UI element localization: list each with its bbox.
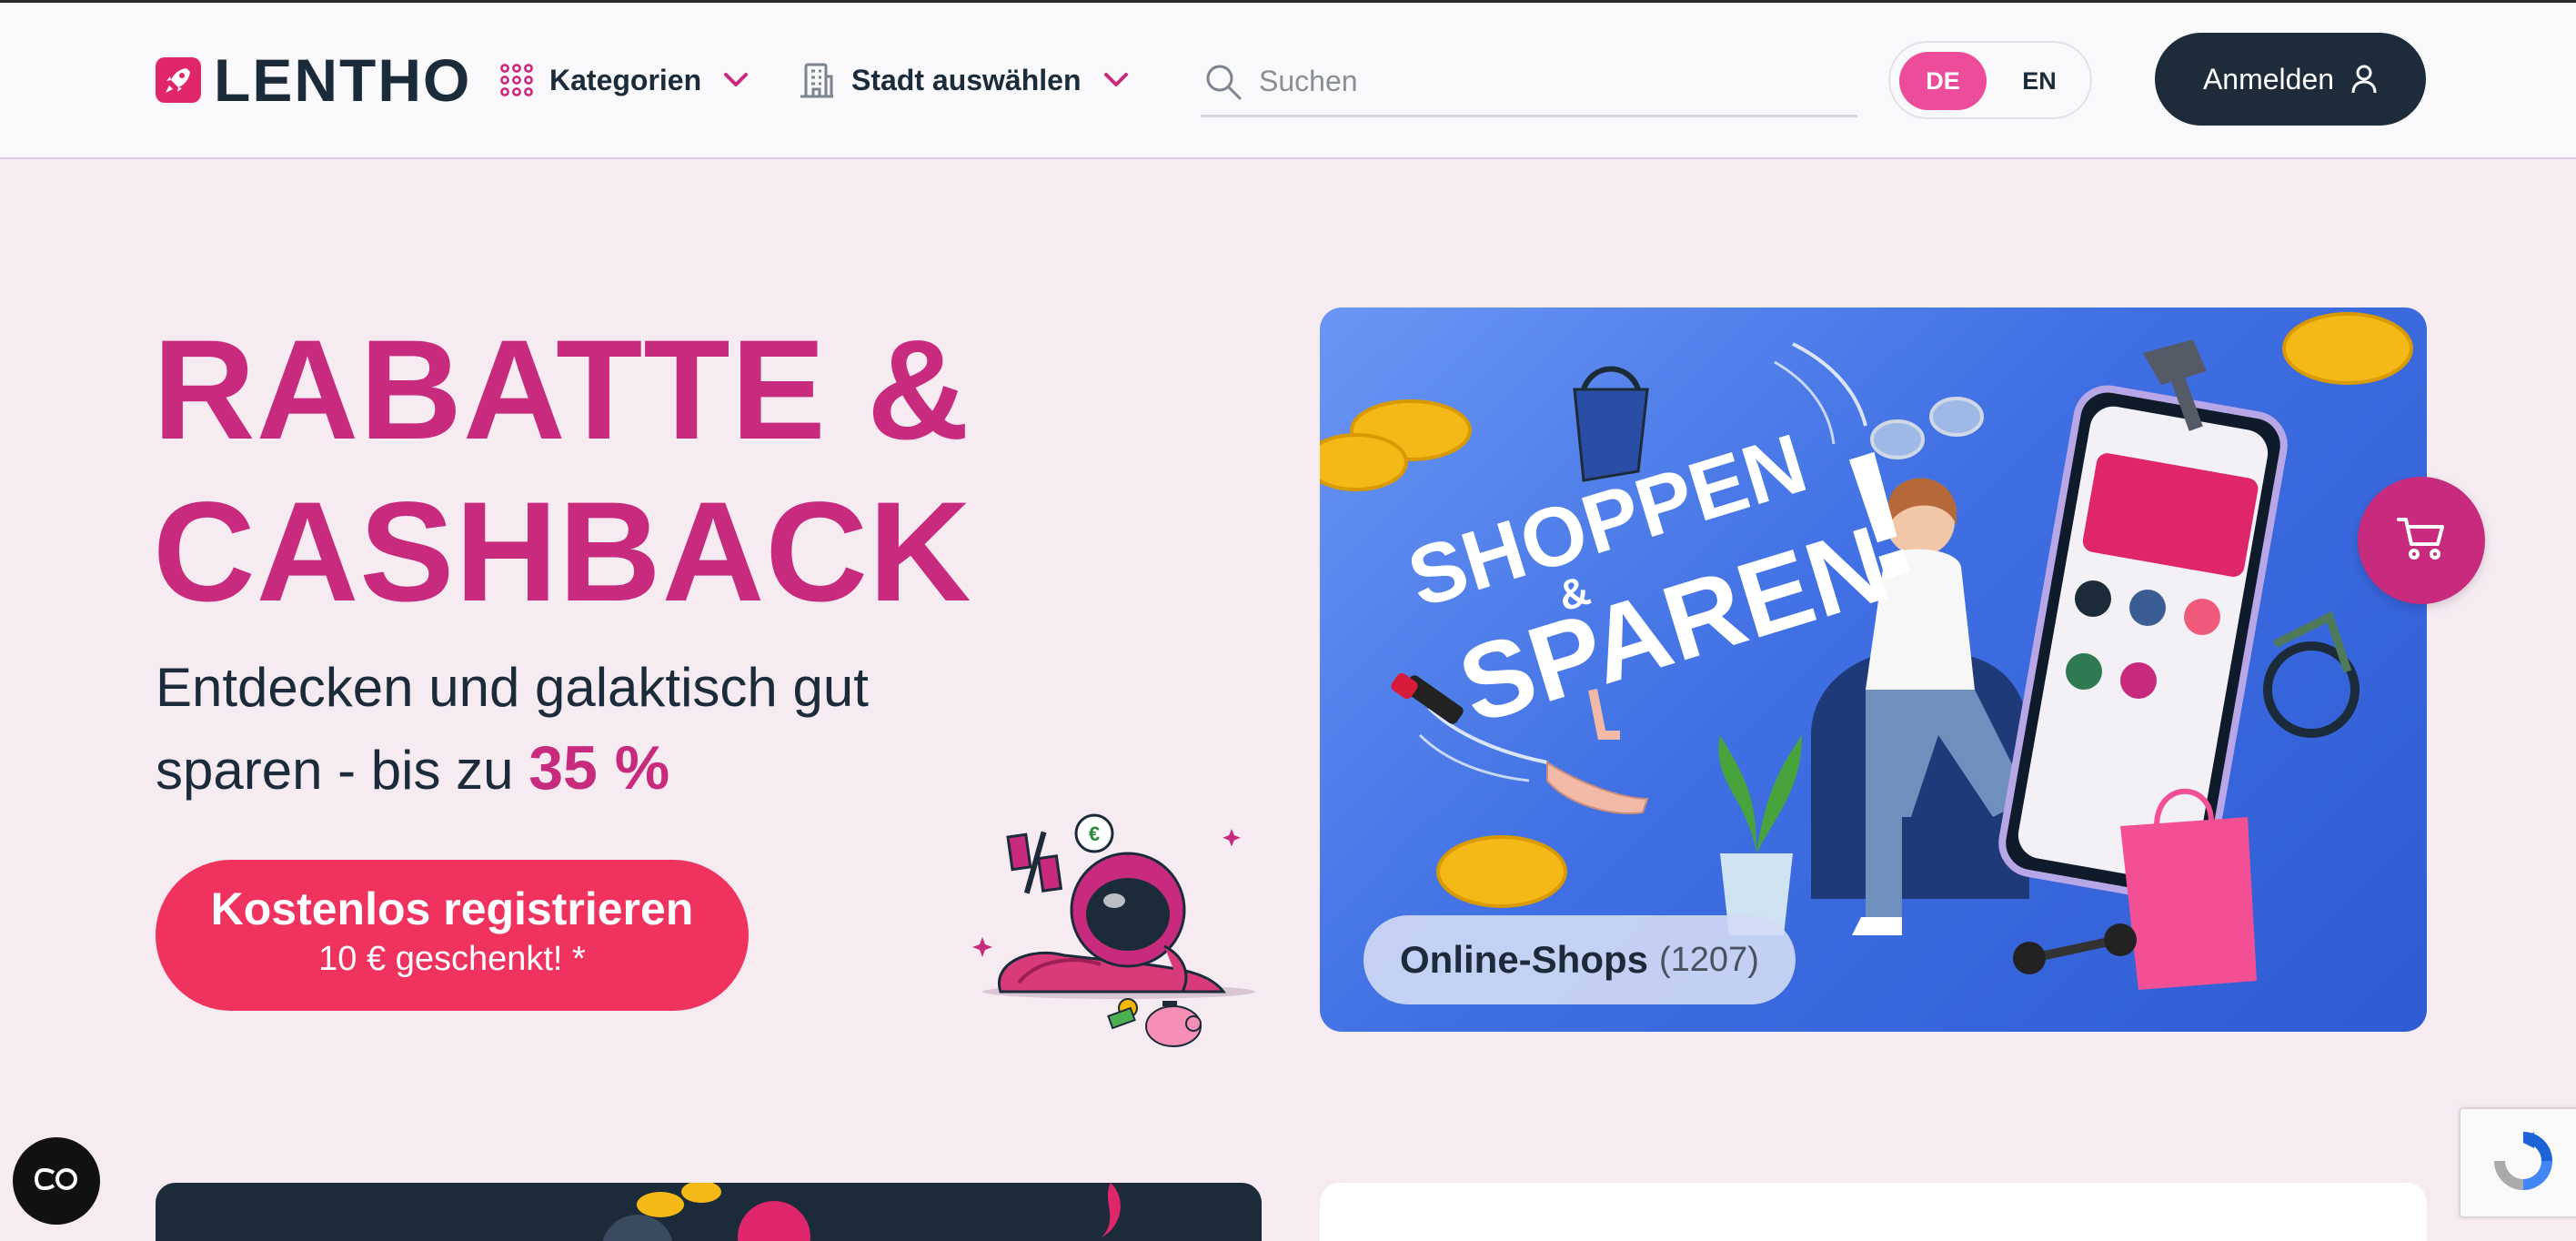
logo-text: LENTHO	[214, 46, 472, 114]
search-input[interactable]	[1259, 65, 1841, 98]
search-bar	[1201, 48, 1857, 117]
nav-categories-label: Kategorien	[549, 63, 702, 96]
hero-title-line2: CASHBACK	[153, 473, 972, 631]
rocket-icon	[156, 57, 201, 103]
online-shops-badge: Online-Shops (1207)	[1363, 915, 1796, 1004]
login-button[interactable]: Anmelden	[2155, 33, 2426, 126]
hero-subtitle-text: Entdecken und galaktisch gut sparen - bi…	[156, 657, 869, 801]
lang-de-button[interactable]: DE	[1899, 52, 1987, 110]
lang-en-button[interactable]: EN	[1996, 52, 2083, 110]
register-button-label: Kostenlos registrieren	[210, 883, 694, 934]
chevron-down-icon	[1103, 72, 1129, 88]
cart-icon	[2396, 515, 2447, 567]
nav-city-select[interactable]: Stadt auswählen	[797, 57, 1129, 103]
promo-card-light[interactable]	[1320, 1183, 2427, 1241]
login-label: Anmelden	[2202, 62, 2335, 96]
hero-title-line1: RABATTE &	[153, 311, 971, 469]
search-icon[interactable]	[1204, 63, 1243, 101]
hero-title: RABATTE & CASHBACK	[153, 309, 972, 633]
svg-text:€: €	[1089, 822, 1100, 845]
online-shops-label: Online-Shops	[1400, 938, 1648, 981]
building-icon	[797, 60, 837, 100]
recaptcha-icon	[2487, 1125, 2560, 1202]
cookie-settings-button[interactable]	[13, 1137, 100, 1225]
recaptcha-badge[interactable]	[2460, 1108, 2576, 1217]
cookie-settings-icon	[34, 1167, 79, 1196]
user-icon	[2350, 64, 2378, 95]
register-button[interactable]: Kostenlos registrieren 10 € geschenkt! *	[156, 860, 749, 1011]
hero-subtitle-highlight: 35 %	[528, 733, 670, 802]
language-switch: DE EN	[1888, 41, 2092, 119]
site-header: LENTHO Kategorien Stadt auswählen Suchen…	[0, 0, 2576, 159]
promo-card-illustration	[602, 1183, 1121, 1241]
nav-city-label: Stadt auswählen	[851, 63, 1082, 96]
nav-categories[interactable]: Kategorien	[498, 57, 749, 103]
online-shops-count: (1207)	[1659, 940, 1759, 979]
hero-subtitle: Entdecken und galaktisch gut sparen - bi…	[156, 648, 974, 811]
cart-button[interactable]	[2358, 477, 2485, 604]
grid-dots-icon	[498, 62, 535, 98]
logo[interactable]: LENTHO	[156, 46, 472, 114]
online-shops-banner[interactable]: SHOPPEN & SPAREN ! Online-Shops (1207)	[1320, 308, 2427, 1032]
register-button-sublabel: 10 € geschenkt! *	[318, 940, 586, 978]
promo-card-dark[interactable]	[156, 1183, 1262, 1241]
chevron-down-icon	[723, 72, 749, 88]
astronaut-illustration: €	[964, 810, 1264, 1064]
